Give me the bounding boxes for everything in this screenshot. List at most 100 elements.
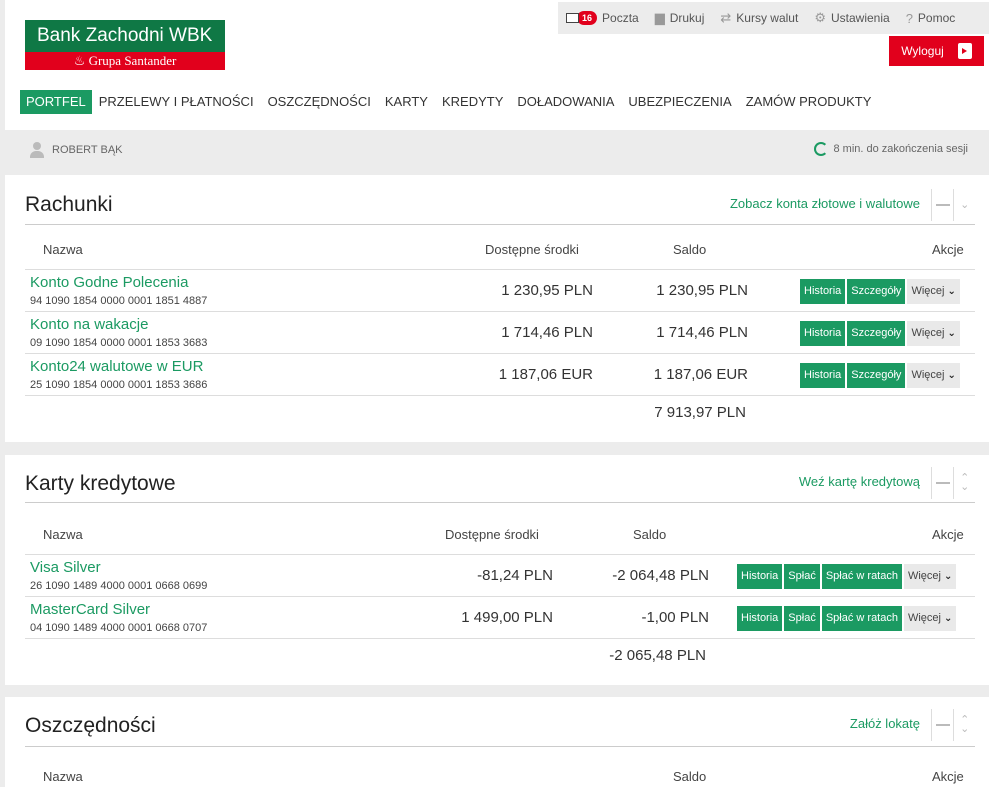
account-available: 1 714,46 PLN xyxy=(501,324,593,341)
flame-icon: ♨ xyxy=(73,53,89,68)
exchange-icon: ⇄ xyxy=(720,10,732,25)
mail-label: Poczta xyxy=(602,11,639,25)
account-balance: 1 187,06 EUR xyxy=(653,366,748,383)
nav-portfel[interactable]: PORTFEL xyxy=(20,90,92,114)
history-button[interactable]: Historia xyxy=(737,564,783,589)
table-row: MasterCard Silver 04 1090 1489 4000 0001… xyxy=(25,597,975,639)
col-available: Dostępne środki xyxy=(445,527,539,542)
details-button[interactable]: Szczegóły xyxy=(847,321,906,346)
collapse-icon[interactable] xyxy=(932,709,953,741)
pay-button[interactable]: Spłać xyxy=(784,564,820,589)
collapse-icon[interactable] xyxy=(932,467,953,499)
mail-link[interactable]: 16 Poczta xyxy=(558,11,647,25)
card-number: 04 1090 1489 4000 0001 0668 0707 xyxy=(30,622,208,634)
account-name[interactable]: Konto Godne Polecenia xyxy=(30,274,188,291)
account-balance: 1 714,46 PLN xyxy=(656,324,748,341)
logout-button[interactable]: Wyloguj xyxy=(889,36,984,66)
history-button[interactable]: Historia xyxy=(800,279,846,304)
printer-icon: ▆ xyxy=(654,10,665,25)
expand-collapse-icon[interactable]: ⌃ ⌄ xyxy=(953,709,975,741)
logout-label: Wyloguj xyxy=(901,44,944,58)
accounts-panel: Rachunki Zobacz konta złotowe i walutowe… xyxy=(5,175,989,442)
table-row: Konto24 walutowe w EUR 25 1090 1854 0000… xyxy=(25,354,975,396)
account-number: 94 1090 1854 0000 0001 1851 4887 xyxy=(30,295,208,307)
savings-header: Oszczędności Załóż lokatę ⌃ ⌄ xyxy=(25,697,975,747)
account-available: 1 187,06 EUR xyxy=(498,366,593,383)
history-button[interactable]: Historia xyxy=(800,321,846,346)
history-button[interactable]: Historia xyxy=(800,363,846,388)
pay-installments-button[interactable]: Spłać w ratach xyxy=(821,564,902,589)
session-timer[interactable]: 8 min. do zakończenia sesji xyxy=(814,142,968,156)
cards-panel: Karty kredytowe Weź kartę kredytową ⌃ ⌄ N… xyxy=(5,455,989,685)
col-available: Dostępne środki xyxy=(485,242,579,257)
chevron-down-icon: ⌄ xyxy=(947,286,956,297)
session-label: 8 min. do zakończenia sesji xyxy=(833,143,968,155)
card-name[interactable]: Visa Silver xyxy=(30,559,101,576)
pay-button[interactable]: Spłać xyxy=(784,606,820,631)
more-button[interactable]: Więcej ⌄ xyxy=(907,321,960,346)
card-available: -81,24 PLN xyxy=(477,567,553,584)
expand-collapse-icon[interactable]: ⌃ ⌄ xyxy=(953,467,975,499)
col-balance: Saldo xyxy=(633,527,667,542)
print-link[interactable]: ▆ Drukuj xyxy=(647,10,713,26)
exit-icon xyxy=(957,43,972,59)
account-number: 09 1090 1854 0000 0001 1853 3683 xyxy=(30,337,208,349)
table-row: Konto Godne Polecenia 94 1090 1854 0000 … xyxy=(25,270,975,312)
help-link[interactable]: ? Pomoc xyxy=(898,11,964,26)
rates-link[interactable]: ⇄ Kursy walut xyxy=(712,10,806,26)
card-name[interactable]: MasterCard Silver xyxy=(30,601,150,618)
envelope-icon xyxy=(566,13,579,23)
row-actions: Historia Szczegóły Więcej ⌄ xyxy=(800,321,960,346)
user-info: ROBERT BĄK xyxy=(30,142,123,158)
settings-label: Ustawienia xyxy=(830,11,890,25)
account-name[interactable]: Konto24 walutowe w EUR xyxy=(30,358,203,375)
cards-title: Karty kredytowe xyxy=(25,472,176,495)
savings-title: Oszczędności xyxy=(25,714,156,737)
col-balance: Saldo xyxy=(673,769,707,784)
chevron-down-icon: ⌄ xyxy=(947,370,956,381)
history-button[interactable]: Historia xyxy=(737,606,783,631)
more-button[interactable]: Więcej ⌄ xyxy=(907,279,960,304)
settings-link[interactable]: ⚙ Ustawienia xyxy=(806,10,897,26)
bank-logo[interactable]: Bank Zachodni WBK ♨ Grupa Santander xyxy=(25,20,225,70)
savings-panel: Oszczędności Załóż lokatę ⌃ ⌄ Nazwa Saldo… xyxy=(5,697,989,787)
nav-przelewy[interactable]: PRZELEWY I PŁATNOŚCI xyxy=(92,90,261,114)
logo-sub: ♨ Grupa Santander xyxy=(25,52,225,70)
col-name: Nazwa xyxy=(43,527,83,542)
pay-installments-button[interactable]: Spłać w ratach xyxy=(821,606,902,631)
cards-link[interactable]: Weź kartę kredytową xyxy=(799,474,920,489)
details-button[interactable]: Szczegóły xyxy=(847,279,906,304)
collapse-icon[interactable] xyxy=(932,189,953,221)
more-button[interactable]: Więcej ⌄ xyxy=(903,606,957,631)
chevron-down-icon[interactable]: ⌄ xyxy=(953,189,975,221)
account-name[interactable]: Konto na wakacje xyxy=(30,316,148,333)
user-name: ROBERT BĄK xyxy=(52,144,123,156)
col-name: Nazwa xyxy=(43,242,83,257)
nav-oszczednosci[interactable]: OSZCZĘDNOŚCI xyxy=(261,90,378,114)
accounts-link[interactable]: Zobacz konta złotowe i walutowe xyxy=(730,196,920,211)
accounts-controls: ⌄ xyxy=(931,189,975,221)
card-available: 1 499,00 PLN xyxy=(461,609,553,626)
mail-count-badge: 16 xyxy=(577,11,598,25)
logo-name: Bank Zachodni WBK xyxy=(25,20,225,52)
nav-ubezpieczenia[interactable]: UBEZPIECZENIA xyxy=(621,90,738,114)
print-label: Drukuj xyxy=(669,11,705,25)
accounts-header: Rachunki Zobacz konta złotowe i walutowe… xyxy=(25,175,975,225)
more-button[interactable]: Więcej ⌄ xyxy=(903,564,957,589)
chevron-down-icon: ⌄ xyxy=(944,571,953,582)
user-bar: ROBERT BĄK 8 min. do zakończenia sesji xyxy=(5,131,989,168)
main-nav: PORTFEL PRZELEWY I PŁATNOŚCI OSZCZĘDNOŚC… xyxy=(20,90,878,114)
nav-karty[interactable]: KARTY xyxy=(378,90,435,114)
nav-zamow-produkty[interactable]: ZAMÓW PRODUKTY xyxy=(739,90,879,114)
account-available: 1 230,95 PLN xyxy=(501,282,593,299)
top-toolbar: 16 Poczta ▆ Drukuj ⇄ Kursy walut ⚙ Ustaw… xyxy=(558,2,989,34)
row-actions: Historia Spłać Spłać w ratach Więcej ⌄ xyxy=(737,564,957,589)
help-label: Pomoc xyxy=(917,11,956,25)
more-button[interactable]: Więcej ⌄ xyxy=(907,363,960,388)
details-button[interactable]: Szczegóły xyxy=(847,363,906,388)
card-balance: -2 064,48 PLN xyxy=(612,567,709,584)
nav-doladowania[interactable]: DOŁADOWANIA xyxy=(510,90,621,114)
savings-link[interactable]: Załóż lokatę xyxy=(850,716,920,731)
row-actions: Historia Szczegóły Więcej ⌄ xyxy=(800,279,960,304)
nav-kredyty[interactable]: KREDYTY xyxy=(435,90,510,114)
